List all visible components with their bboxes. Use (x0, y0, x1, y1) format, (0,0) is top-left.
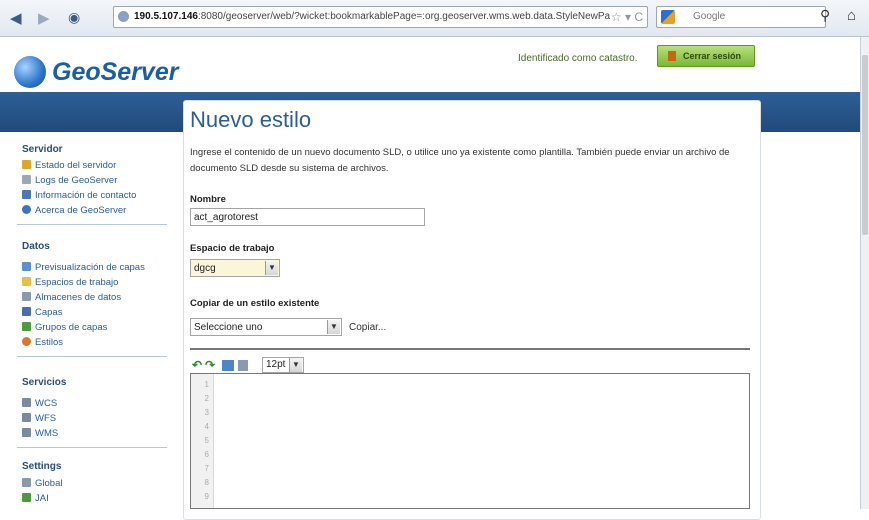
url-text: 190.5.107.146:8080/geoserver/web/?wicket… (134, 11, 611, 22)
search-engine-icon (661, 10, 675, 24)
sidebar-item-jai[interactable]: JAI (22, 493, 49, 505)
sidebar-item-global[interactable]: Global (22, 478, 62, 490)
logout-icon (668, 51, 676, 61)
service-icon (22, 413, 31, 422)
sidebar-divider (17, 356, 167, 357)
sidebar-item-almacenes[interactable]: Almacenes de datos (22, 292, 121, 304)
page-title: Nuevo estilo (190, 107, 312, 132)
redo-icon[interactable]: ↷ (205, 358, 215, 372)
line-number: 9 (204, 492, 209, 501)
identified-as-text: Identificado como catastro. (518, 53, 638, 64)
search-engine-label: Google (693, 11, 726, 22)
style-icon (22, 337, 31, 346)
sidebar-item-acerca[interactable]: Acerca de GeoServer (22, 205, 126, 217)
sidebar-divider (17, 224, 167, 225)
sidebar (0, 132, 178, 509)
sidebar-divider (17, 447, 167, 448)
vertical-scrollbar[interactable] (860, 37, 869, 509)
sidebar-item-estilos[interactable]: Estilos (22, 337, 63, 349)
search-icon[interactable]: ⚲ (820, 7, 830, 24)
format-icon[interactable] (238, 360, 248, 371)
status-icon (22, 160, 31, 169)
chevron-down-icon[interactable]: ▼ (289, 358, 302, 372)
sidebar-item-espacios[interactable]: Espacios de trabajo (22, 277, 118, 289)
font-size-select[interactable]: 12pt ▼ (262, 357, 304, 373)
sidebar-item-wcs[interactable]: WCS (22, 398, 57, 410)
page-description: Ingrese el contenido de un nuevo documen… (190, 147, 730, 174)
folder-icon (22, 277, 31, 286)
workspace-label: Espacio de trabajo (190, 243, 275, 254)
site-icon (118, 11, 129, 22)
name-label: Nombre (190, 194, 226, 205)
line-number: 2 (204, 394, 209, 403)
info-icon (22, 205, 31, 214)
line-number: 4 (204, 422, 209, 431)
chevron-down-icon[interactable]: ▼ (265, 261, 278, 275)
logout-button[interactable]: Cerrar sesión (657, 45, 755, 67)
scrollbar-thumb[interactable] (862, 55, 868, 235)
name-input[interactable]: act_agrotorest (190, 208, 425, 226)
line-number: 5 (204, 436, 209, 445)
sidebar-item-wms[interactable]: WMS (22, 428, 58, 440)
workspace-value: dgcg (194, 263, 216, 274)
url-bar[interactable]: 190.5.107.146:8080/geoserver/web/?wicket… (113, 6, 648, 28)
service-icon (22, 428, 31, 437)
log-icon (22, 175, 31, 184)
sidebar-item-wfs[interactable]: WFS (22, 413, 56, 425)
copy-style-select[interactable]: Seleccione uno ▼ (190, 318, 342, 336)
chevron-down-icon[interactable]: ▼ (327, 320, 340, 334)
sidebar-item-logs[interactable]: Logs de GeoServer (22, 175, 117, 187)
layer-group-icon (22, 322, 31, 331)
line-number: 7 (204, 464, 209, 473)
sidebar-section-servidor: Servidor (22, 144, 63, 155)
sld-editor[interactable]: 1 2 3 4 5 6 7 8 9 (190, 373, 750, 509)
sidebar-item-previsualizacion[interactable]: Previsualización de capas (22, 262, 145, 274)
settings-icon (22, 478, 31, 487)
line-number: 1 (204, 380, 209, 389)
layer-preview-icon (22, 262, 31, 271)
sidebar-item-grupos[interactable]: Grupos de capas (22, 322, 107, 334)
sidebar-item-estado-servidor[interactable]: Estado del servidor (22, 160, 116, 172)
workspace-select[interactable]: dgcg ▼ (190, 259, 280, 277)
line-gutter: 1 2 3 4 5 6 7 8 9 (191, 374, 214, 508)
geoserver-logo[interactable]: GeoServer (12, 54, 182, 90)
service-icon (22, 398, 31, 407)
font-size-value: 12pt (266, 359, 286, 370)
copy-style-link[interactable]: Copiar... (349, 322, 386, 333)
database-icon (22, 292, 31, 301)
search-bar[interactable]: Google (656, 6, 826, 28)
logo-text: GeoServer (52, 58, 179, 86)
copy-style-value: Seleccione uno (194, 322, 263, 333)
globe-icon (14, 56, 46, 88)
jai-icon (22, 493, 31, 502)
layers-icon (22, 307, 31, 316)
sidebar-section-servicios: Servicios (22, 377, 67, 388)
home-icon[interactable]: ⌂ (847, 7, 856, 24)
forward-icon[interactable]: ▶ (38, 9, 50, 27)
back-icon[interactable]: ◀ (10, 9, 22, 27)
sidebar-item-contacto[interactable]: Información de contacto (22, 190, 136, 202)
contact-icon (22, 190, 31, 199)
sidebar-item-capas[interactable]: Capas (22, 307, 62, 319)
sidebar-section-datos: Datos (22, 241, 50, 252)
copy-style-label: Copiar de un estilo existente (190, 298, 320, 309)
history-icon[interactable]: ◉ (68, 9, 80, 26)
undo-icon[interactable]: ↶ (192, 358, 202, 372)
line-number: 6 (204, 450, 209, 459)
browser-toolbar: ◀ ▶ ◉ 190.5.107.146:8080/geoserver/web/?… (0, 0, 869, 37)
bookmark-star-icon[interactable]: ☆ ▾ C (611, 10, 643, 24)
search-replace-icon[interactable] (222, 360, 234, 371)
divider (190, 348, 750, 350)
logout-label: Cerrar sesión (683, 51, 742, 61)
line-number: 3 (204, 408, 209, 417)
line-number: 8 (204, 478, 209, 487)
sidebar-section-settings: Settings (22, 461, 62, 472)
